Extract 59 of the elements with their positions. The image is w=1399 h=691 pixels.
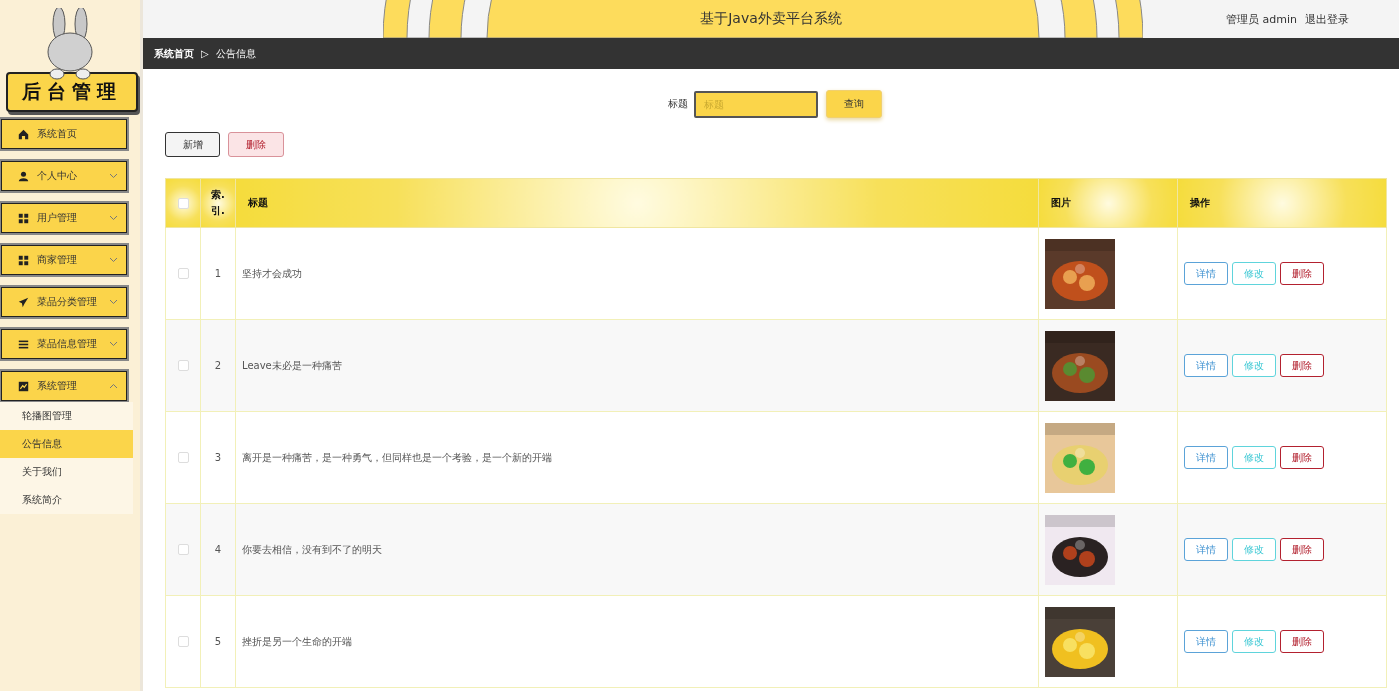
- column-header: 标题: [235, 178, 1039, 228]
- delete-button[interactable]: 删除: [1280, 354, 1324, 377]
- menu-item[interactable]: 用户管理: [0, 202, 128, 234]
- list-icon: [18, 338, 29, 350]
- breadcrumb-current: 公告信息: [215, 46, 256, 61]
- details-button[interactable]: 详情: [1184, 538, 1228, 561]
- grid-icon: [18, 212, 29, 224]
- breadcrumb-link[interactable]: 系统首页: [154, 46, 194, 61]
- details-button[interactable]: 详情: [1184, 354, 1228, 377]
- menu-item[interactable]: 菜品信息管理: [0, 328, 128, 360]
- user-label: 管理员 admin: [1226, 11, 1297, 27]
- submenu-item[interactable]: 轮播图管理: [0, 402, 133, 430]
- table-cell: 4: [200, 503, 236, 596]
- checkbox[interactable]: [177, 197, 189, 209]
- submenu-item[interactable]: 公告信息: [0, 430, 133, 458]
- table-cell: 挫折是另一个生命的开端: [235, 595, 1039, 688]
- column-header: 索. 引.: [200, 178, 236, 228]
- delete-button[interactable]: 删除: [1280, 262, 1324, 285]
- menu-item[interactable]: 商家管理: [0, 244, 128, 276]
- logout-link[interactable]: 退出登录: [1305, 11, 1349, 27]
- table-cell: 3: [200, 411, 236, 504]
- menu-item[interactable]: 菜品分类管理: [0, 286, 128, 318]
- chart-icon: [18, 380, 29, 392]
- breadcrumb-separator: ▷: [201, 48, 209, 59]
- menu-item[interactable]: 系统管理: [0, 370, 128, 402]
- submenu-item[interactable]: 系统简介: [0, 486, 133, 514]
- details-button[interactable]: 详情: [1184, 446, 1228, 469]
- logo-sign: 后台管理: [6, 72, 138, 112]
- delete-button[interactable]: 删除: [1280, 446, 1324, 469]
- table-cell: 你要去相信，没有到不了的明天: [235, 503, 1039, 596]
- submenu-item[interactable]: 关于我们: [0, 458, 133, 486]
- search-label: 标题: [668, 97, 688, 111]
- menu-item[interactable]: 个人中心: [0, 160, 128, 192]
- table-cell: 5: [200, 595, 236, 688]
- grid-icon: [18, 254, 29, 266]
- menu-item[interactable]: 系统首页: [0, 118, 128, 150]
- details-button[interactable]: 详情: [1184, 630, 1228, 653]
- checkbox[interactable]: [177, 544, 189, 556]
- details-button[interactable]: 详情: [1184, 262, 1228, 285]
- paper-plane-icon: [18, 296, 29, 308]
- delete-button[interactable]: 删除: [1280, 630, 1324, 653]
- delete-button[interactable]: 删除: [1280, 538, 1324, 561]
- column-header: 操作: [1177, 178, 1387, 228]
- checkbox[interactable]: [177, 452, 189, 464]
- home-icon: [18, 128, 29, 140]
- table-cell: Leave未必是一种痛苦: [235, 319, 1039, 412]
- checkbox[interactable]: [177, 636, 189, 648]
- table-cell: 离开是一种痛苦，是一种勇气，但同样也是一个考验，是一个新的开端: [235, 411, 1039, 504]
- search-button[interactable]: 查询: [826, 90, 882, 118]
- table-cell: 坚持才会成功: [235, 227, 1039, 320]
- table-cell: 2: [200, 319, 236, 412]
- app-title: 基于Java外卖平台系统: [700, 10, 842, 28]
- add-button[interactable]: 新增: [165, 132, 220, 157]
- table-cell: 1: [200, 227, 236, 320]
- checkbox[interactable]: [177, 268, 189, 280]
- user-icon: [18, 170, 29, 182]
- checkbox[interactable]: [177, 360, 189, 372]
- column-header: 图片: [1038, 178, 1178, 228]
- delete-button[interactable]: 删除: [228, 132, 284, 157]
